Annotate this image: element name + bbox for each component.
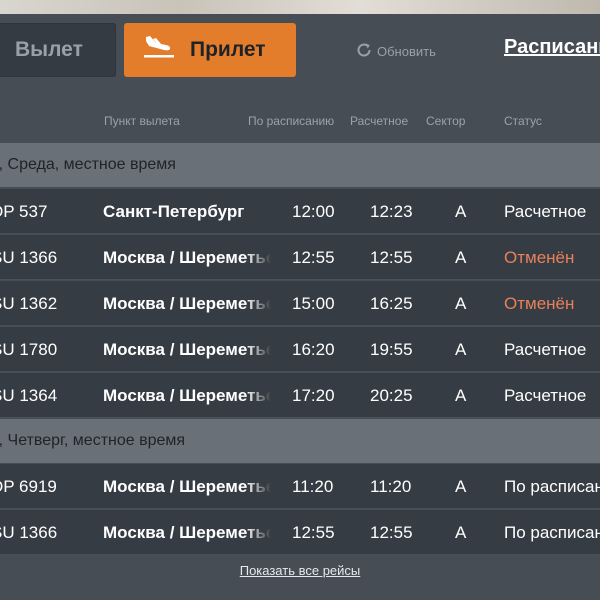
scheduled-time: 15:00 xyxy=(292,294,335,313)
table-row[interactable]: DP 6919 Москва / Шереметьево 11:20 11:20… xyxy=(0,464,600,509)
estimated-time: 11:20 xyxy=(370,477,412,496)
header-photo xyxy=(0,0,600,14)
flight-number: SU 1366 xyxy=(0,523,58,542)
sector: A xyxy=(455,248,467,267)
flight-number: DP 6919 xyxy=(0,477,57,496)
estimated-time: 12:55 xyxy=(370,523,413,542)
sector: A xyxy=(455,202,467,221)
scheduled-time: 11:20 xyxy=(292,477,334,496)
day-separator: я, Среда, местное время xyxy=(0,143,600,187)
table-row[interactable]: DP 537 Санкт-Петербург 12:00 12:23 A Рас… xyxy=(0,189,600,234)
column-header-scheduled: По расписанию xyxy=(248,114,335,128)
origin-city: Москва / Шереметьево xyxy=(103,386,271,405)
plane-landing-icon xyxy=(142,34,190,66)
flight-number: SU 1366 xyxy=(0,248,58,267)
flight-number: SU 1362 xyxy=(0,294,58,313)
flight-status: Расчетное xyxy=(504,340,587,359)
flight-number: SU 1364 xyxy=(0,386,58,405)
origin-city: Москва / Шереметьево xyxy=(103,477,271,496)
flight-status: По расписанию xyxy=(504,523,600,542)
origin-city: Москва / Шереметьево xyxy=(103,523,271,542)
column-header-estimated: Расчетное xyxy=(350,114,409,128)
estimated-time: 12:23 xyxy=(370,202,413,221)
column-header-origin: Пункт вылета xyxy=(104,114,180,128)
refresh-button[interactable]: Обновить xyxy=(356,42,436,61)
origin-city: Москва / Шереметьево xyxy=(103,294,271,313)
scheduled-time: 17:20 xyxy=(292,386,335,405)
day-label: я, Среда, местное время xyxy=(0,156,176,173)
tab-arrivals[interactable]: Прилет xyxy=(124,23,296,77)
flight-status: Расчетное xyxy=(504,386,587,405)
scheduled-time: 12:55 xyxy=(292,248,335,267)
flight-status: Отменён xyxy=(504,248,575,267)
column-header-sector: Сектор xyxy=(426,114,466,128)
refresh-label: Обновить xyxy=(377,44,436,59)
estimated-time: 20:25 xyxy=(370,386,413,405)
day-label: я, Четверг, местное время xyxy=(0,432,186,449)
schedule-link[interactable]: Расписание xyxy=(504,36,600,59)
sector: A xyxy=(455,477,467,496)
sector: A xyxy=(455,523,467,542)
table-row[interactable]: SU 1366 Москва / Шереметьево 12:55 12:55… xyxy=(0,510,600,555)
table-row[interactable]: SU 1366 Москва / Шереметьево 12:55 12:55… xyxy=(0,235,600,280)
table-row[interactable]: SU 1364 Москва / Шереметьево 17:20 20:25… xyxy=(0,373,600,418)
table-row[interactable]: SU 1362 Москва / Шереметьево 15:00 16:25… xyxy=(0,281,600,326)
tab-departures[interactable]: Вылет xyxy=(0,23,116,77)
flight-board: Вылет Прилет Обновить Расписание Пункт в… xyxy=(0,14,600,600)
origin-city: Москва / Шереметьево xyxy=(103,248,271,267)
table-row[interactable]: SU 1780 Москва / Шереметьево 16:20 19:55… xyxy=(0,327,600,372)
tab-arrivals-label: Прилет xyxy=(190,38,266,61)
estimated-time: 19:55 xyxy=(370,340,413,359)
flight-status: По расписанию xyxy=(504,477,600,496)
estimated-time: 12:55 xyxy=(370,248,413,267)
flight-number: DP 537 xyxy=(0,202,48,221)
tab-departures-label: Вылет xyxy=(15,38,83,61)
sector: A xyxy=(455,340,467,359)
show-all-flights-link[interactable]: Показать все рейсы xyxy=(0,563,600,578)
refresh-icon xyxy=(356,42,377,61)
sector: A xyxy=(455,386,467,405)
flight-status: Расчетное xyxy=(504,202,587,221)
flight-status: Отменён xyxy=(504,294,575,313)
scheduled-time: 12:55 xyxy=(292,523,335,542)
day-separator: я, Четверг, местное время xyxy=(0,419,600,463)
sector: A xyxy=(455,294,467,313)
flight-number: SU 1780 xyxy=(0,340,58,359)
origin-city: Москва / Шереметьево xyxy=(103,340,271,359)
scheduled-time: 12:00 xyxy=(292,202,335,221)
scheduled-time: 16:20 xyxy=(292,340,335,359)
column-header-status: Статус xyxy=(504,114,542,128)
origin-city: Санкт-Петербург xyxy=(103,202,245,221)
estimated-time: 16:25 xyxy=(370,294,413,313)
